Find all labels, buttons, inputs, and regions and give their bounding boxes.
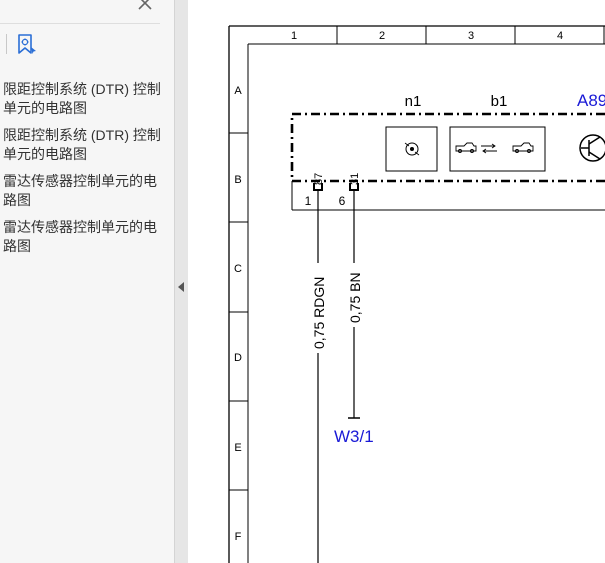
sidebar-splitter[interactable]	[174, 0, 188, 563]
wire-label-bn: 0,75 BN	[347, 272, 363, 323]
row-label: F	[235, 531, 242, 543]
row-label: A	[234, 85, 242, 97]
transistor-icon	[579, 134, 605, 162]
bookmark-settings-icon[interactable]	[14, 32, 40, 58]
b1-symbol-box	[449, 126, 546, 172]
column-label: 1	[291, 30, 297, 42]
pin-position-6: 6	[339, 194, 346, 208]
row-label: C	[234, 263, 242, 275]
control-unit-icon	[404, 142, 420, 156]
document-viewer: 1 2 3 4 A B C D E F n1 b1 A89 87 1 31 6 …	[188, 0, 605, 563]
component-label-n1: n1	[405, 93, 422, 110]
column-label: 3	[468, 30, 474, 42]
pin-position-1: 1	[305, 194, 312, 208]
ground-reference-w3-1[interactable]: W3/1	[334, 427, 374, 446]
bookmark-item[interactable]: 雷达传感器控制单元的电路图	[3, 172, 161, 210]
toolbar-divider	[6, 34, 7, 54]
sidebar-divider	[0, 23, 160, 24]
component-enclosure	[290, 112, 605, 183]
wire-label-rdgn: 0,75 RDGN	[311, 277, 327, 349]
bookmark-item[interactable]: 雷达传感器控制单元的电路图	[3, 218, 161, 256]
circuit-diagram: 1 2 3 4 A B C D E F n1 b1 A89 87 1 31 6 …	[228, 25, 605, 563]
column-label: 4	[557, 30, 563, 42]
distance-sensor-icon	[455, 142, 534, 154]
bookmarks-sidebar: 限距控制系统 (DTR) 控制单元的电路图 限距控制系统 (DTR) 控制单元的…	[0, 0, 174, 563]
component-reference-a89[interactable]: A89	[577, 91, 605, 110]
close-icon[interactable]	[136, 0, 156, 14]
bookmark-list: 限距控制系统 (DTR) 控制单元的电路图 限距控制系统 (DTR) 控制单元的…	[3, 80, 161, 264]
row-label: B	[234, 174, 241, 186]
collapse-arrow-icon[interactable]	[178, 282, 184, 292]
bookmark-item[interactable]: 限距控制系统 (DTR) 控制单元的电路图	[3, 80, 161, 118]
component-label-b1: b1	[491, 93, 508, 110]
column-label: 2	[379, 30, 385, 42]
bookmark-item[interactable]: 限距控制系统 (DTR) 控制单元的电路图	[3, 126, 161, 164]
row-label: E	[234, 442, 241, 454]
row-label: D	[234, 352, 242, 364]
